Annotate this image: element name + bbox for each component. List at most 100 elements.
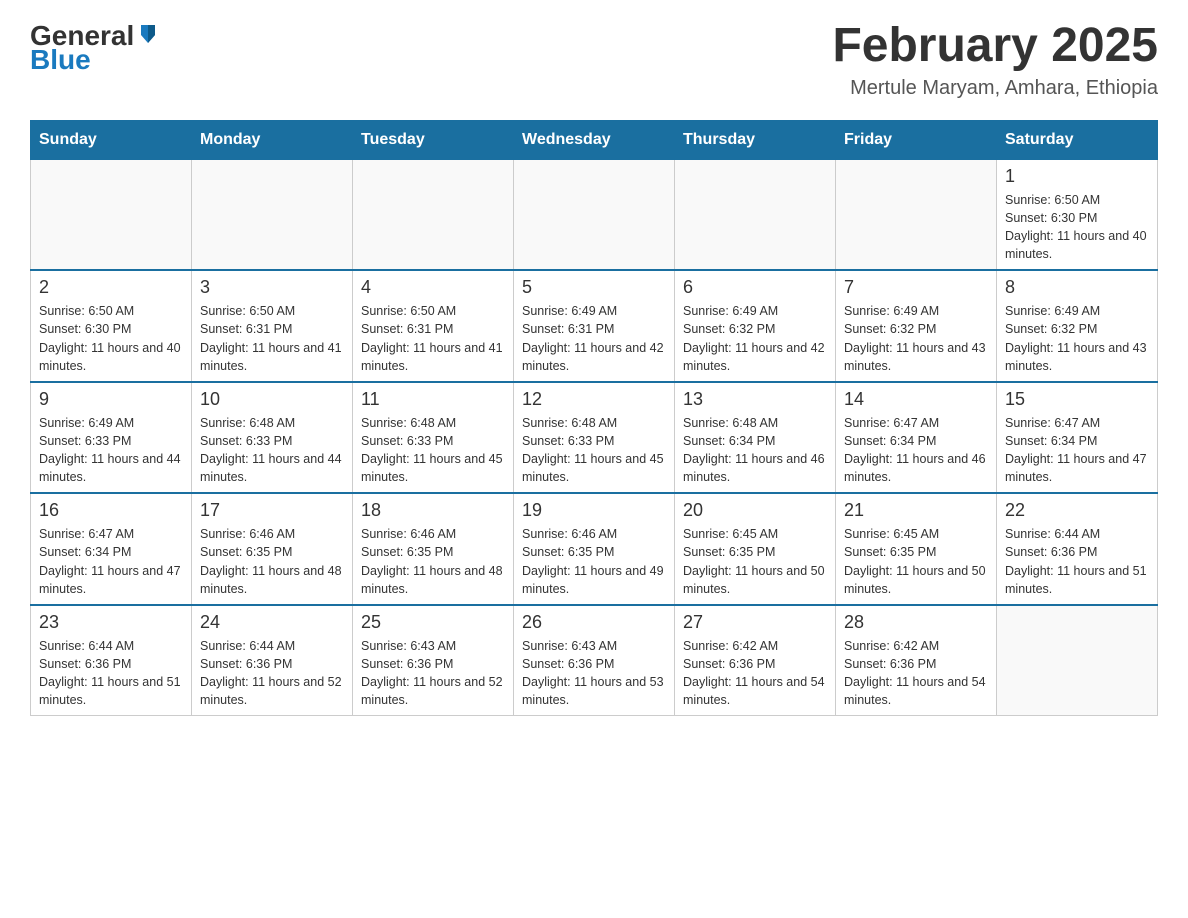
day-number: 5 xyxy=(522,277,666,298)
day-info: Sunrise: 6:43 AM Sunset: 6:36 PM Dayligh… xyxy=(361,637,505,710)
day-number: 9 xyxy=(39,389,183,410)
day-info: Sunrise: 6:44 AM Sunset: 6:36 PM Dayligh… xyxy=(1005,525,1149,598)
day-number: 18 xyxy=(361,500,505,521)
calendar-cell: 2 Sunrise: 6:50 AM Sunset: 6:30 PM Daylig… xyxy=(31,270,192,382)
calendar-week-row: 1 Sunrise: 6:50 AM Sunset: 6:30 PM Daylig… xyxy=(31,159,1158,270)
calendar-week-row: 9 Sunrise: 6:49 AM Sunset: 6:33 PM Daylig… xyxy=(31,382,1158,494)
day-info: Sunrise: 6:50 AM Sunset: 6:30 PM Dayligh… xyxy=(1005,191,1149,264)
weekday-header-row: SundayMondayTuesdayWednesdayThursdayFrid… xyxy=(31,120,1158,159)
calendar-cell: 11 Sunrise: 6:48 AM Sunset: 6:33 PM Dayli… xyxy=(353,382,514,494)
calendar-cell: 20Sunrise: 6:45 AM Sunset: 6:35 PM Dayli… xyxy=(675,493,836,605)
day-info: Sunrise: 6:49 AM Sunset: 6:32 PM Dayligh… xyxy=(683,302,827,375)
title-area: February 2025 Mertule Maryam, Amhara, Et… xyxy=(832,20,1158,100)
day-number: 2 xyxy=(39,277,183,298)
calendar-cell: 14Sunrise: 6:47 AM Sunset: 6:34 PM Dayli… xyxy=(836,382,997,494)
day-info: Sunrise: 6:45 AM Sunset: 6:35 PM Dayligh… xyxy=(844,525,988,598)
calendar-cell: 8Sunrise: 6:49 AM Sunset: 6:32 PM Daylig… xyxy=(997,270,1158,382)
day-info: Sunrise: 6:44 AM Sunset: 6:36 PM Dayligh… xyxy=(200,637,344,710)
day-info: Sunrise: 6:45 AM Sunset: 6:35 PM Dayligh… xyxy=(683,525,827,598)
calendar-week-row: 23 Sunrise: 6:44 AM Sunset: 6:36 PM Dayli… xyxy=(31,605,1158,716)
calendar-title: February 2025 xyxy=(832,20,1158,73)
calendar-table: SundayMondayTuesdayWednesdayThursdayFrid… xyxy=(30,120,1158,717)
day-number: 1 xyxy=(1005,166,1149,187)
day-number: 6 xyxy=(683,277,827,298)
logo-arrow-icon xyxy=(137,21,159,43)
calendar-cell xyxy=(836,159,997,270)
day-number: 3 xyxy=(200,277,344,298)
calendar-cell: 3 Sunrise: 6:50 AM Sunset: 6:31 PM Daylig… xyxy=(192,270,353,382)
day-number: 4 xyxy=(361,277,505,298)
weekday-header-tuesday: Tuesday xyxy=(353,120,514,159)
day-info: Sunrise: 6:48 AM Sunset: 6:33 PM Dayligh… xyxy=(200,414,344,487)
day-number: 25 xyxy=(361,612,505,633)
weekday-header-friday: Friday xyxy=(836,120,997,159)
day-info: Sunrise: 6:46 AM Sunset: 6:35 PM Dayligh… xyxy=(522,525,666,598)
day-info: Sunrise: 6:46 AM Sunset: 6:35 PM Dayligh… xyxy=(200,525,344,598)
day-info: Sunrise: 6:50 AM Sunset: 6:30 PM Dayligh… xyxy=(39,302,183,375)
calendar-cell: 17 Sunrise: 6:46 AM Sunset: 6:35 PM Dayli… xyxy=(192,493,353,605)
weekday-header-wednesday: Wednesday xyxy=(514,120,675,159)
calendar-cell: 21Sunrise: 6:45 AM Sunset: 6:35 PM Dayli… xyxy=(836,493,997,605)
day-info: Sunrise: 6:47 AM Sunset: 6:34 PM Dayligh… xyxy=(1005,414,1149,487)
calendar-cell: 28Sunrise: 6:42 AM Sunset: 6:36 PM Dayli… xyxy=(836,605,997,716)
calendar-cell: 22 Sunrise: 6:44 AM Sunset: 6:36 PM Dayli… xyxy=(997,493,1158,605)
calendar-cell: 4 Sunrise: 6:50 AM Sunset: 6:31 PM Daylig… xyxy=(353,270,514,382)
calendar-subtitle: Mertule Maryam, Amhara, Ethiopia xyxy=(832,77,1158,100)
calendar-cell: 19Sunrise: 6:46 AM Sunset: 6:35 PM Dayli… xyxy=(514,493,675,605)
calendar-cell: 10 Sunrise: 6:48 AM Sunset: 6:33 PM Dayli… xyxy=(192,382,353,494)
day-info: Sunrise: 6:42 AM Sunset: 6:36 PM Dayligh… xyxy=(683,637,827,710)
day-info: Sunrise: 6:48 AM Sunset: 6:33 PM Dayligh… xyxy=(522,414,666,487)
calendar-cell: 23 Sunrise: 6:44 AM Sunset: 6:36 PM Dayli… xyxy=(31,605,192,716)
calendar-header: SundayMondayTuesdayWednesdayThursdayFrid… xyxy=(31,120,1158,159)
day-number: 15 xyxy=(1005,389,1149,410)
day-info: Sunrise: 6:50 AM Sunset: 6:31 PM Dayligh… xyxy=(361,302,505,375)
calendar-cell: 27 Sunrise: 6:42 AM Sunset: 6:36 PM Dayli… xyxy=(675,605,836,716)
day-number: 24 xyxy=(200,612,344,633)
day-number: 26 xyxy=(522,612,666,633)
calendar-cell xyxy=(514,159,675,270)
calendar-cell: 18 Sunrise: 6:46 AM Sunset: 6:35 PM Dayli… xyxy=(353,493,514,605)
day-info: Sunrise: 6:48 AM Sunset: 6:34 PM Dayligh… xyxy=(683,414,827,487)
calendar-cell xyxy=(353,159,514,270)
day-info: Sunrise: 6:42 AM Sunset: 6:36 PM Dayligh… xyxy=(844,637,988,710)
day-info: Sunrise: 6:50 AM Sunset: 6:31 PM Dayligh… xyxy=(200,302,344,375)
logo: General Blue xyxy=(30,20,159,76)
day-number: 13 xyxy=(683,389,827,410)
day-info: Sunrise: 6:49 AM Sunset: 6:31 PM Dayligh… xyxy=(522,302,666,375)
calendar-cell xyxy=(997,605,1158,716)
calendar-cell: 15 Sunrise: 6:47 AM Sunset: 6:34 PM Dayli… xyxy=(997,382,1158,494)
day-number: 10 xyxy=(200,389,344,410)
calendar-week-row: 16Sunrise: 6:47 AM Sunset: 6:34 PM Dayli… xyxy=(31,493,1158,605)
day-number: 22 xyxy=(1005,500,1149,521)
day-info: Sunrise: 6:48 AM Sunset: 6:33 PM Dayligh… xyxy=(361,414,505,487)
day-number: 17 xyxy=(200,500,344,521)
calendar-cell: 24 Sunrise: 6:44 AM Sunset: 6:36 PM Dayli… xyxy=(192,605,353,716)
day-info: Sunrise: 6:49 AM Sunset: 6:32 PM Dayligh… xyxy=(844,302,988,375)
day-number: 11 xyxy=(361,389,505,410)
day-info: Sunrise: 6:44 AM Sunset: 6:36 PM Dayligh… xyxy=(39,637,183,710)
calendar-cell: 12 Sunrise: 6:48 AM Sunset: 6:33 PM Dayli… xyxy=(514,382,675,494)
day-number: 16 xyxy=(39,500,183,521)
day-number: 7 xyxy=(844,277,988,298)
calendar-cell: 1 Sunrise: 6:50 AM Sunset: 6:30 PM Daylig… xyxy=(997,159,1158,270)
day-number: 12 xyxy=(522,389,666,410)
day-number: 27 xyxy=(683,612,827,633)
day-number: 23 xyxy=(39,612,183,633)
day-info: Sunrise: 6:49 AM Sunset: 6:32 PM Dayligh… xyxy=(1005,302,1149,375)
day-info: Sunrise: 6:49 AM Sunset: 6:33 PM Dayligh… xyxy=(39,414,183,487)
calendar-body: 1 Sunrise: 6:50 AM Sunset: 6:30 PM Daylig… xyxy=(31,159,1158,716)
weekday-header-monday: Monday xyxy=(192,120,353,159)
calendar-cell: 16Sunrise: 6:47 AM Sunset: 6:34 PM Dayli… xyxy=(31,493,192,605)
weekday-header-sunday: Sunday xyxy=(31,120,192,159)
page-header: General Blue February 2025 Mertule Marya… xyxy=(30,20,1158,100)
day-info: Sunrise: 6:43 AM Sunset: 6:36 PM Dayligh… xyxy=(522,637,666,710)
weekday-header-saturday: Saturday xyxy=(997,120,1158,159)
day-info: Sunrise: 6:46 AM Sunset: 6:35 PM Dayligh… xyxy=(361,525,505,598)
calendar-week-row: 2 Sunrise: 6:50 AM Sunset: 6:30 PM Daylig… xyxy=(31,270,1158,382)
calendar-cell xyxy=(31,159,192,270)
calendar-cell xyxy=(192,159,353,270)
weekday-header-thursday: Thursday xyxy=(675,120,836,159)
calendar-cell: 26 Sunrise: 6:43 AM Sunset: 6:36 PM Dayli… xyxy=(514,605,675,716)
calendar-cell xyxy=(675,159,836,270)
day-number: 14 xyxy=(844,389,988,410)
